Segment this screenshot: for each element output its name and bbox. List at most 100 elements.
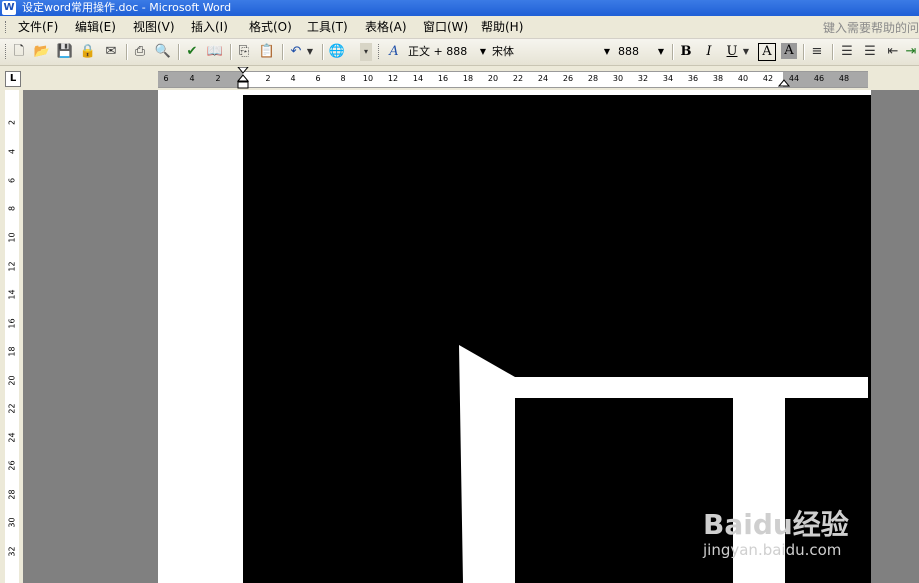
print-preview-icon[interactable]: 🔍 [154,43,172,61]
menu-table[interactable]: 表格(A) [362,19,410,35]
chevron-down-icon: ▼ [657,47,664,56]
menu-file[interactable]: 文件(F) [15,19,61,35]
font-combo[interactable]: 宋体 ▼ [492,43,612,61]
ruler-tick: 4 [189,74,195,83]
help-search-input[interactable]: 键入需要帮助的问 [823,19,919,36]
permission-icon[interactable]: 🔒 [79,43,97,61]
bullets-icon[interactable]: ☰ [861,43,879,61]
chevron-down-icon: ▼ [479,47,486,56]
right-indent-marker-icon[interactable] [778,75,790,87]
font-size-value: 888 [618,45,639,58]
open-icon[interactable]: 📂 [33,43,51,61]
undo-dropdown-icon[interactable]: ▼ [305,43,315,61]
ruler-tick: 24 [537,74,549,83]
ruler-tick: 14 [412,74,424,83]
underline-button[interactable]: U [723,43,741,61]
increase-indent-icon[interactable]: ⇥ [905,43,917,61]
ruler-tick: 32 [7,546,17,557]
styles-icon[interactable]: A [385,43,403,61]
vertical-ruler-strip [5,90,19,583]
spelling-icon[interactable]: ✔ [183,43,201,61]
ruler-tick: 40 [737,74,749,83]
ruler-row: L 6 4 2 2 4 6 8 10 12 14 16 18 20 22 24 … [0,66,919,90]
char-border-button[interactable]: A [758,43,776,61]
web-icon[interactable]: 🌐 [328,43,346,61]
ruler-tick: 4 [7,148,17,155]
font-size-combo[interactable]: 888 ▼ [618,43,666,61]
research-icon[interactable]: 📖 [206,43,224,61]
ruler-tick: 28 [7,489,17,500]
ruler-tick: 22 [7,403,17,414]
menu-format[interactable]: 格式(O) [246,19,295,35]
numbering-icon[interactable]: ☰ [838,43,856,61]
word-app-icon[interactable]: W [2,1,16,15]
toolbar-separator [322,44,324,60]
menu-tools[interactable]: 工具(T) [304,19,351,35]
email-icon[interactable]: ✉ [102,43,120,61]
undo-icon[interactable]: ↶ [287,43,305,61]
ruler-tick: 46 [813,74,825,83]
horizontal-ruler[interactable]: 6 4 2 2 4 6 8 10 12 14 16 18 20 22 24 26… [158,67,868,89]
toolbar-grip[interactable] [5,44,8,59]
ruler-tick: 44 [788,74,800,83]
ruler-tick: 30 [612,74,624,83]
ruler-tick: 32 [637,74,649,83]
toolbar-separator [126,44,128,60]
vertical-ruler[interactable]: 2 4 6 8 10 12 14 16 18 20 22 24 26 28 30… [0,90,23,583]
copy-icon[interactable]: ⎘ [235,43,253,61]
paste-icon[interactable]: 📋 [258,43,276,61]
print-icon[interactable]: ⎙ [131,43,149,61]
underline-dropdown-icon[interactable]: ▼ [741,43,751,61]
toolbar-separator [832,44,834,60]
menu-window[interactable]: 窗口(W) [420,19,471,35]
ruler-tick: 14 [7,289,17,300]
new-document-icon[interactable]: 🗋 [10,43,28,61]
ruler-tick: 28 [587,74,599,83]
indent-marker-icon[interactable] [237,67,249,91]
toolbar-separator [230,44,232,60]
menu-bar: 文件(F) 编辑(E) 视图(V) 插入(I) 格式(O) 工具(T) 表格(A… [0,16,919,39]
ruler-tick: 38 [712,74,724,83]
ruler-tick: 10 [7,232,17,243]
toolbar-separator [672,44,674,60]
ruler-tick: 20 [487,74,499,83]
font-value: 宋体 [492,45,514,58]
ruler-tick: 36 [687,74,699,83]
style-value: 正文 + 888 [408,45,468,58]
ruler-tick: 8 [7,205,17,212]
tab-selector[interactable]: L [5,71,21,87]
menu-help[interactable]: 帮助(H) [478,19,526,35]
menu-edit[interactable]: 编辑(E) [72,19,119,35]
toolbar: 🗋 📂 💾 🔒 ✉ ⎙ 🔍 ✔ 📖 ⎘ 📋 ↶ ▼ 🌐 ▾ A 正文 + 888… [0,39,919,66]
ruler-tick: 26 [562,74,574,83]
decrease-indent-icon[interactable]: ⇤ [884,43,902,61]
ruler-tick: 26 [7,460,17,471]
left-margin-area [158,72,243,87]
align-center-icon[interactable]: ≡ [808,43,826,61]
menu-insert[interactable]: 插入(I) [188,19,231,35]
ruler-tick: 8 [340,74,346,83]
baidu-watermark-logo: Baidu经验 jingyan.baidu.com [703,485,873,565]
toolbar-grip[interactable] [378,44,381,59]
bold-button[interactable]: B [677,43,695,61]
menubar-grip[interactable] [5,21,8,33]
title-bar: W 设定word常用操作.doc - Microsoft Word [0,0,919,16]
ruler-tick: 12 [387,74,399,83]
ruler-tick: 6 [315,74,321,83]
ruler-tick: 4 [290,74,296,83]
ruler-tick: 16 [7,318,17,329]
toolbar-options-icon[interactable]: ▾ [360,43,372,61]
italic-button[interactable]: I [700,43,718,61]
ruler-tick: 30 [7,517,17,528]
watermark-logo-text: Baidu经验 [703,508,849,541]
char-shading-button[interactable]: A [781,43,797,59]
ruler-tick: 2 [7,119,17,126]
style-combo[interactable]: 正文 + 888 ▼ [408,43,488,61]
save-icon[interactable]: 💾 [56,43,74,61]
ruler-tick: 2 [215,74,221,83]
ruler-tick: 20 [7,375,17,386]
menu-view[interactable]: 视图(V) [130,19,178,35]
watermark-url: jingyan.baidu.com [703,541,842,559]
toolbar-separator [803,44,805,60]
toolbar-separator [282,44,284,60]
